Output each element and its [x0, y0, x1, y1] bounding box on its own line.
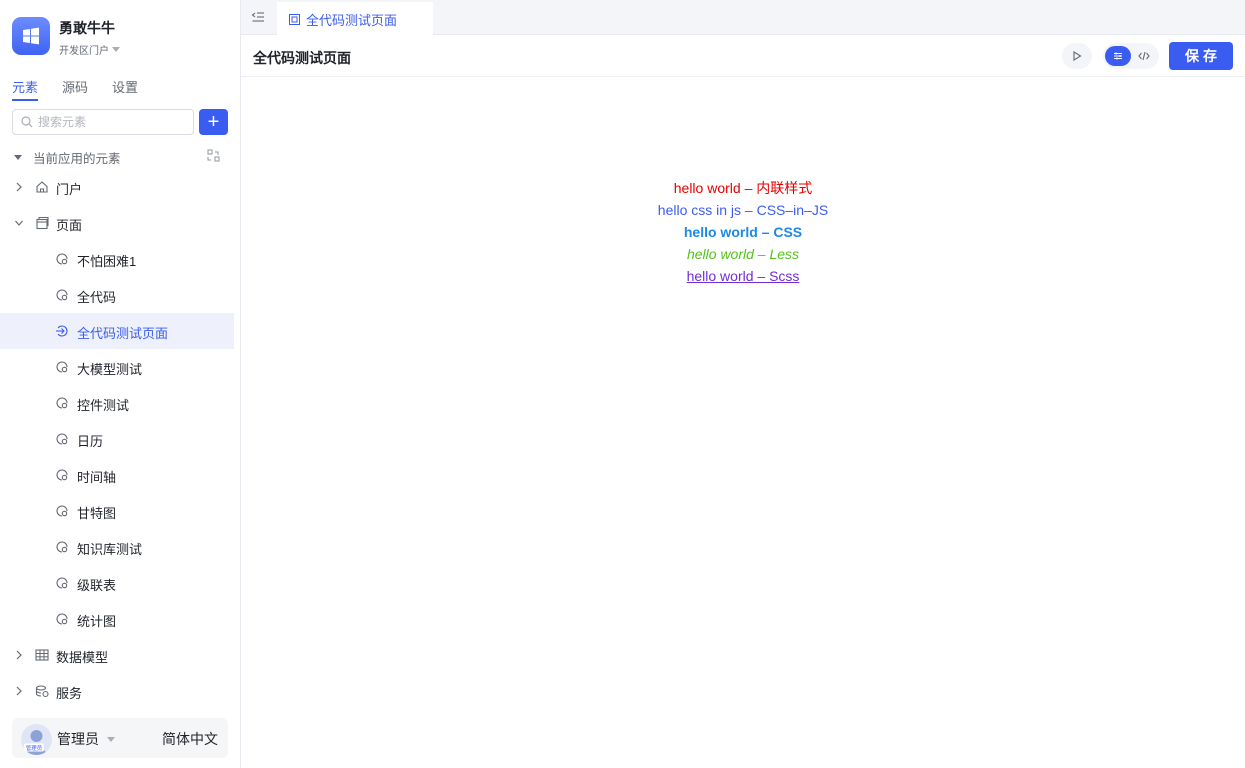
demo-line-css: hello world – CSS [683, 224, 803, 240]
tree-item-page[interactable]: 不怕困难1 [0, 241, 234, 277]
collapse-sidebar-icon[interactable] [251, 10, 265, 24]
chevron-right-icon [16, 686, 22, 696]
tree-item-label: 全代码测试页面 [77, 326, 169, 341]
page-icon [56, 577, 68, 589]
app-logo-icon [12, 17, 50, 55]
tree-header-label: 当前应用的元素 [33, 151, 121, 166]
language-switch[interactable]: 简体中文 [162, 729, 218, 749]
tab-source[interactable]: 源码 [62, 77, 88, 101]
page-canvas: hello world – 内联样式 hello css in js – CSS… [241, 77, 1245, 768]
tree-node-label: 数据模型 [56, 650, 109, 665]
page-icon [56, 613, 68, 625]
user-name: 管理员 [57, 731, 99, 747]
sidebar-tabs: 元素 源码 设置 [12, 77, 138, 101]
tree-node-data-model[interactable]: 数据模型 [0, 637, 234, 673]
tree-node-service[interactable]: 服务 [0, 673, 234, 709]
tree-item-page[interactable]: 全代码 [0, 277, 234, 313]
tree-node-label: 页面 [56, 218, 83, 233]
tree-item-label: 知识库测试 [77, 542, 143, 557]
design-mode-option[interactable] [1105, 46, 1131, 66]
demo-line-css-in-js: hello css in js – CSS–in–JS [657, 202, 829, 218]
search-box [12, 109, 194, 135]
add-element-button[interactable]: + [199, 109, 228, 135]
page-icon [56, 433, 68, 445]
page-icon [56, 289, 68, 301]
tree-item-page[interactable]: 控件测试 [0, 385, 234, 421]
save-button[interactable]: 保存 [1169, 42, 1233, 70]
play-icon [1073, 51, 1082, 61]
view-mode-toggle [1103, 43, 1159, 69]
chevron-down-icon [15, 220, 23, 226]
page-icon [56, 361, 68, 373]
page-icon [56, 505, 68, 517]
tree-item-label: 日历 [77, 434, 104, 449]
open-page-tab[interactable]: 全代码测试页面 [277, 2, 433, 36]
app-name: 勇敢牛牛 [59, 20, 115, 36]
sliders-icon [1114, 52, 1122, 60]
code-mode-option[interactable] [1131, 46, 1157, 66]
demo-line-inline-style: hello world – 内联样式 [673, 180, 813, 196]
tree-header[interactable]: 当前应用的元素 [14, 147, 220, 167]
tree-item-page[interactable]: 日历 [0, 421, 234, 457]
tree-item-label: 大模型测试 [77, 362, 143, 377]
tab-bar: 全代码测试页面 [241, 0, 1245, 36]
locate-icon[interactable] [207, 149, 220, 162]
portal-name: 开发区门户 [59, 46, 109, 57]
search-icon [21, 116, 33, 128]
tree-item-page[interactable]: 知识库测试 [0, 529, 234, 565]
tree-item-label: 时间轴 [77, 470, 117, 485]
tree-item-label: 级联表 [77, 578, 117, 593]
element-tree: 门户 页面 不怕困难1 全代码 全代码测试页面 大模型测试 控件测试 日历 时间… [0, 169, 234, 709]
tab-elements[interactable]: 元素 [12, 77, 39, 101]
user-footer: 管理员 管理员 简体中文 [12, 718, 228, 758]
plus-icon: + [207, 111, 220, 133]
tab-settings[interactable]: 设置 [112, 77, 138, 101]
user-menu[interactable]: 管理员 [57, 729, 115, 749]
tree-item-page[interactable]: 甘特图 [0, 493, 234, 529]
page-title: 全代码测试页面 [253, 50, 351, 66]
tree-item-label: 控件测试 [77, 398, 130, 413]
caret-down-icon [107, 736, 115, 742]
search-input[interactable] [38, 115, 178, 129]
tree-item-page-selected[interactable]: 全代码测试页面 [0, 313, 234, 349]
tree-item-page[interactable]: 级联表 [0, 565, 234, 601]
tree-item-label: 统计图 [77, 614, 117, 629]
demo-line-less: hello world – Less [686, 246, 800, 262]
tree-item-page[interactable]: 时间轴 [0, 457, 234, 493]
tree-node-portal[interactable]: 门户 [0, 169, 234, 205]
page-icon [56, 397, 68, 409]
avatar-tag: 管理员 [24, 743, 44, 752]
page-icon [56, 541, 68, 553]
tree-item-label: 甘特图 [77, 506, 117, 521]
tree-node-label: 服务 [56, 686, 83, 701]
page-icon [56, 469, 68, 481]
triangle-down-icon [14, 154, 22, 160]
preview-button[interactable] [1062, 43, 1092, 69]
page-toolbar: 全代码测试页面 保存 [241, 36, 1245, 77]
tree-node-label: 门户 [56, 182, 83, 197]
app-header: 勇敢牛牛 开发区门户 [12, 17, 232, 57]
portal-selector[interactable]: 开发区门户 [59, 42, 120, 57]
service-icon [35, 685, 49, 698]
page-icon [56, 253, 68, 265]
open-page-tab-label: 全代码测试页面 [306, 12, 398, 28]
enter-page-icon [56, 325, 68, 337]
tree-item-label: 不怕困难1 [77, 254, 137, 269]
tree-item-page[interactable]: 大模型测试 [0, 349, 234, 385]
code-icon [1138, 51, 1150, 61]
avatar[interactable]: 管理员 [21, 724, 52, 755]
page-tab-icon [289, 13, 300, 25]
pages-icon [36, 216, 49, 230]
home-icon [36, 181, 48, 193]
demo-line-scss: hello world – Scss [686, 268, 800, 284]
chevron-right-icon [16, 182, 22, 192]
tree-item-label: 全代码 [77, 290, 117, 305]
sidebar: 勇敢牛牛 开发区门户 元素 源码 设置 + 当前应用的元素 门户 页面 [0, 0, 241, 768]
caret-down-icon [112, 47, 120, 52]
tree-node-pages[interactable]: 页面 [0, 205, 234, 241]
table-icon [35, 649, 49, 661]
tree-item-page[interactable]: 统计图 [0, 601, 234, 637]
chevron-right-icon [16, 650, 22, 660]
